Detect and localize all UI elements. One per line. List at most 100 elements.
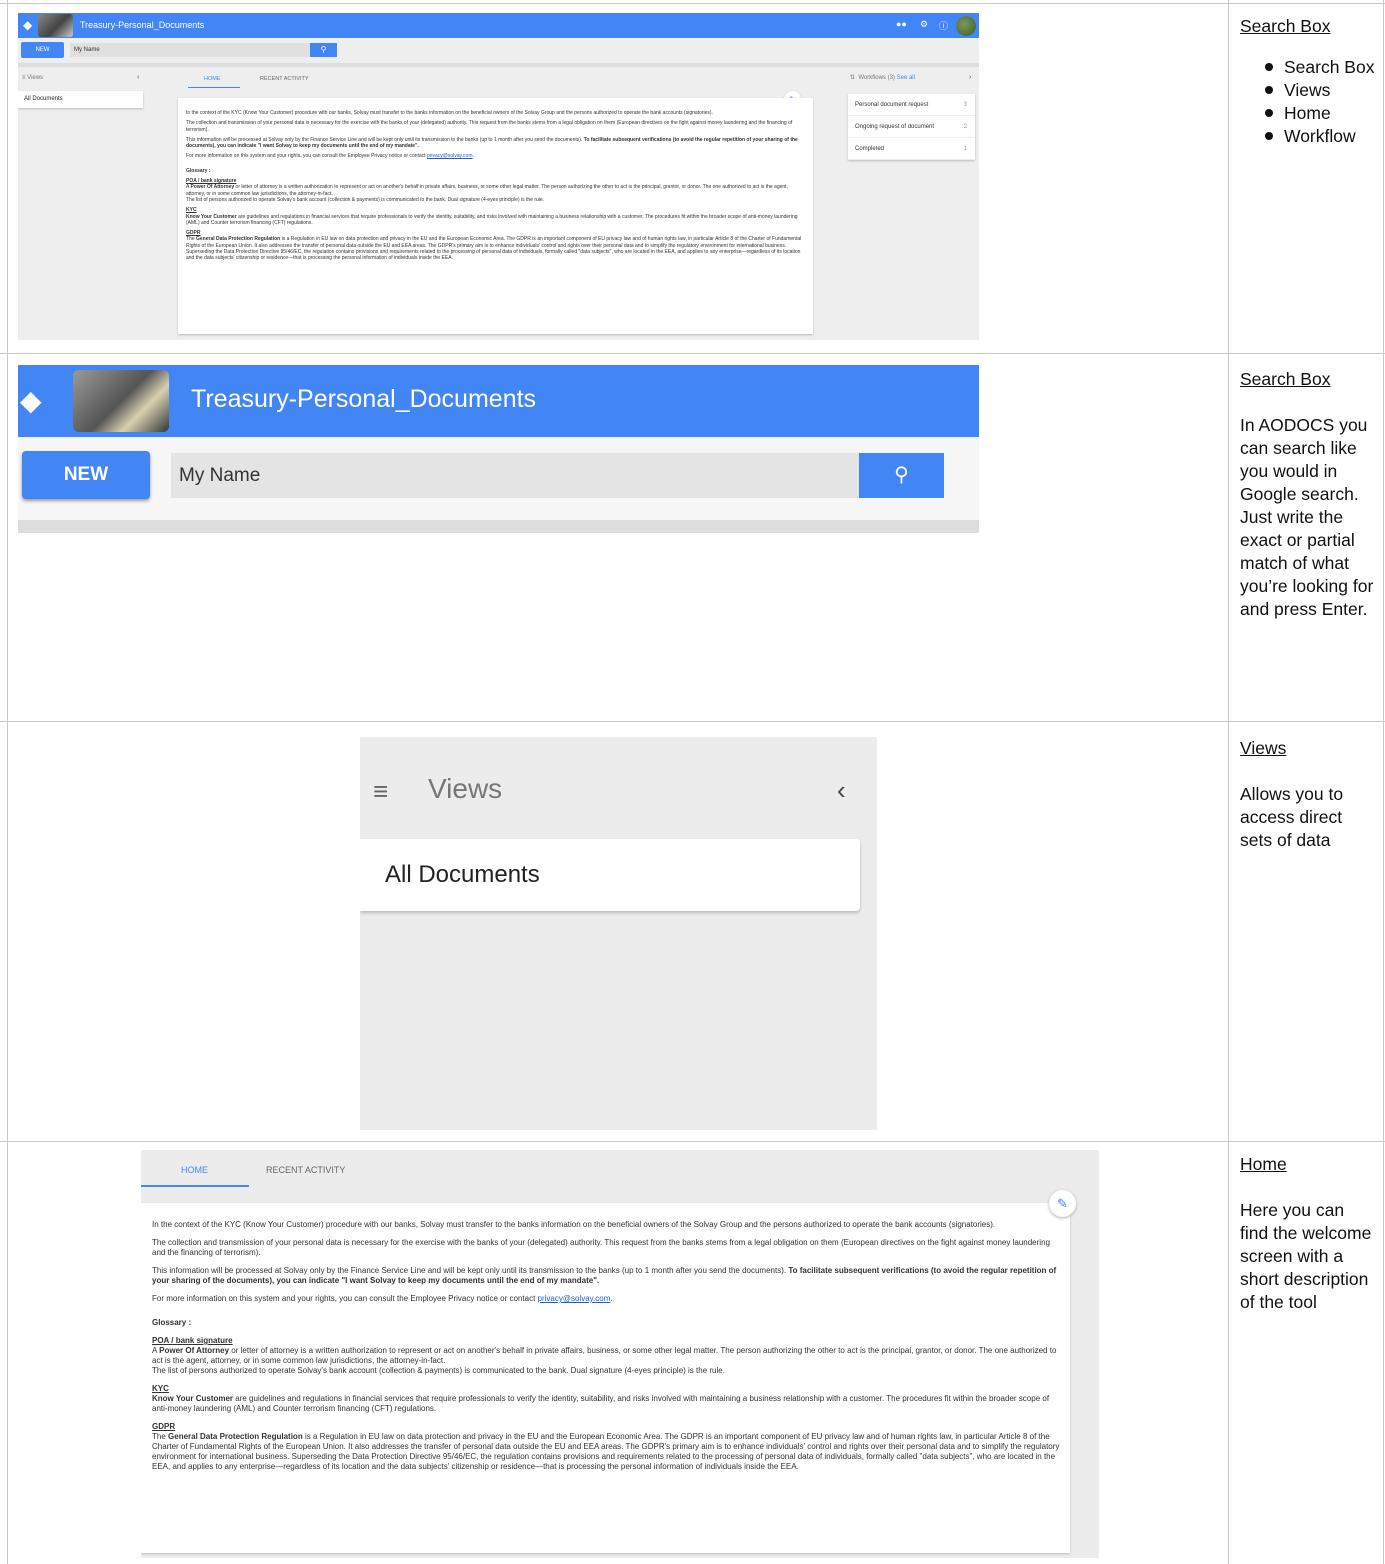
workflow-count: 2 — [963, 124, 967, 130]
annotation-text: Here you can find the welcome screen wit… — [1240, 1200, 1372, 1312]
search-box-zoom: ◆ Treasury-Personal_Documents NEW My Nam… — [18, 365, 979, 533]
table-border — [0, 721, 1385, 722]
kyc-text: are guidelines and regulations in financ… — [186, 213, 798, 226]
annotation-text: Allows you to access direct sets of data — [1240, 784, 1344, 850]
home-card: In the context of the KYC (Know Your Cus… — [178, 98, 813, 334]
glossary-heading: Glossary : — [186, 167, 211, 174]
gdpr-bold: General Data Protection Regulation — [168, 1432, 303, 1441]
home-tabs: HOME RECENT ACTIVITY — [178, 74, 848, 88]
kyc-bold: Know Your Customer — [152, 1394, 234, 1403]
home-paragraph: The collection and transmission of your … — [152, 1238, 1050, 1257]
search-icon: ⚲ — [894, 464, 909, 486]
app-header: ◆ Treasury-Personal_Documents — [18, 365, 979, 437]
workflow-label: Personal document request — [855, 102, 929, 108]
workflow-list: Personal document request 3 Ongoing reque… — [848, 94, 975, 160]
workflow-count: 3 — [963, 102, 967, 108]
new-button[interactable]: NEW — [21, 42, 64, 58]
home-paragraph: For more information on this system and … — [186, 153, 427, 160]
privacy-email-link[interactable]: privacy@solvay.com — [538, 1294, 611, 1303]
avatar[interactable] — [956, 16, 976, 36]
annotation-title: Home — [1240, 1154, 1287, 1174]
gear-icon[interactable]: ⚙ — [920, 19, 928, 30]
annotation-3: Views Allows you to access direct sets o… — [1240, 737, 1376, 852]
layers-icon[interactable]: ◆ — [23, 19, 32, 31]
home-paragraph: In the context of the KYC (Know Your Cus… — [152, 1220, 996, 1229]
views-heading: Views — [428, 773, 503, 804]
gdpr-text: The — [152, 1432, 169, 1441]
search-input[interactable]: My Name — [70, 43, 310, 57]
app-title: Treasury-Personal_Documents — [80, 20, 205, 30]
workflow-label: Ongoing request of document — [855, 124, 935, 130]
annotation-title: Views — [1240, 738, 1287, 758]
gdpr-title: GDPR — [186, 230, 201, 237]
help-icon[interactable]: ⓘ — [939, 19, 948, 32]
workflow-item[interactable]: Ongoing request of document 2 — [848, 116, 975, 138]
pencil-icon[interactable]: ✎ — [1049, 1190, 1076, 1217]
chevron-left-icon[interactable]: ‹ — [837, 775, 846, 806]
table-border — [1228, 0, 1229, 1564]
gdpr-title: GDPR — [152, 1422, 176, 1431]
view-item-all-documents[interactable]: All Documents — [18, 91, 143, 108]
toolbar-divider — [18, 63, 979, 67]
search-button[interactable]: ⚲ — [859, 453, 944, 498]
glossary-heading: Glossary : — [152, 1318, 192, 1327]
privacy-email-link[interactable]: privacy@solvay.com — [427, 153, 473, 159]
kyc-title: KYC — [186, 207, 197, 214]
workflow-count: 1 — [963, 146, 967, 152]
workflow-label: Completed — [855, 146, 885, 152]
workflow-item[interactable]: Completed 1 — [848, 138, 975, 160]
search-button[interactable]: ⚲ — [310, 43, 337, 57]
table-border — [0, 353, 1385, 354]
chevron-right-icon[interactable]: › — [969, 74, 971, 81]
home-paragraph: In the context of the KYC (Know Your Cus… — [186, 110, 713, 116]
view-item-all-documents[interactable]: All Documents — [360, 839, 860, 911]
views-heading: ≡ Views — [22, 75, 44, 81]
list-item: Workflow — [1260, 125, 1376, 148]
workflow-item[interactable]: Personal document request 3 — [848, 94, 975, 116]
home-paragraph: This information will be processed at So… — [186, 136, 584, 143]
see-all-link[interactable]: See all — [897, 75, 915, 81]
home-paragraph: The collection and transmission of your … — [186, 120, 793, 133]
app-title: Treasury-Personal_Documents — [191, 385, 537, 413]
tab-recent-activity[interactable]: RECENT ACTIVITY — [260, 76, 309, 82]
annotation-list: Search Box Views Home Workflow — [1260, 56, 1376, 148]
tab-recent-activity[interactable]: RECENT ACTIVITY — [266, 1165, 345, 1175]
search-icon: ⚲ — [320, 45, 327, 54]
views-zoom: ≡ Views ‹ All Documents — [360, 737, 877, 1130]
punct: . — [472, 153, 474, 160]
new-button[interactable]: NEW — [22, 451, 150, 499]
tab-underline — [141, 1185, 249, 1187]
workflows-heading: ⇅ Workflows (3) See all — [850, 75, 915, 81]
gdpr-bold: General Data Protection Regulation — [196, 236, 281, 243]
views-icon: ≡ — [373, 776, 389, 806]
annotation-title: Search Box — [1240, 369, 1331, 389]
search-input[interactable]: My Name — [171, 453, 859, 498]
poa-title: POA / bank signature — [152, 1336, 233, 1345]
kyc-title: KYC — [152, 1384, 169, 1393]
table-border — [1383, 0, 1384, 1564]
poa-bold: Power Of Attorney — [190, 184, 235, 191]
poa-text: or letter of attorney is a written autho… — [186, 184, 788, 197]
poa-text: The list of persons authorized to operat… — [186, 196, 545, 203]
annotation-4: Home Here you can find the welcome scree… — [1240, 1153, 1376, 1314]
tab-home[interactable]: HOME — [204, 76, 221, 82]
home-card: In the context of the KYC (Know Your Cus… — [141, 1203, 1070, 1553]
people-icon[interactable]: ●● — [896, 19, 907, 29]
list-item: Search Box — [1260, 56, 1376, 79]
home-paragraph: For more information on this system and … — [152, 1294, 538, 1303]
poa-title: POA / bank signature — [186, 178, 237, 185]
home-zoom: HOME RECENT ACTIVITY In the context of t… — [141, 1150, 1099, 1558]
library-thumbnail — [38, 14, 73, 37]
poa-text: or letter of attorney is a written autho… — [152, 1346, 1057, 1365]
list-item: Views — [1260, 79, 1376, 102]
chevron-left-icon[interactable]: ‹ — [137, 74, 139, 81]
annotation-text: In AODOCS you can search like you would … — [1240, 415, 1374, 619]
gdpr-text: The — [186, 236, 197, 243]
tab-home[interactable]: HOME — [181, 1165, 208, 1175]
layers-icon[interactable]: ◆ — [20, 387, 42, 415]
library-thumbnail — [73, 370, 169, 432]
table-border — [0, 1141, 1385, 1142]
annotation-title: Search Box — [1240, 16, 1331, 36]
toolbar-divider — [18, 520, 979, 533]
workflow-icon: ⇅ — [850, 75, 856, 81]
